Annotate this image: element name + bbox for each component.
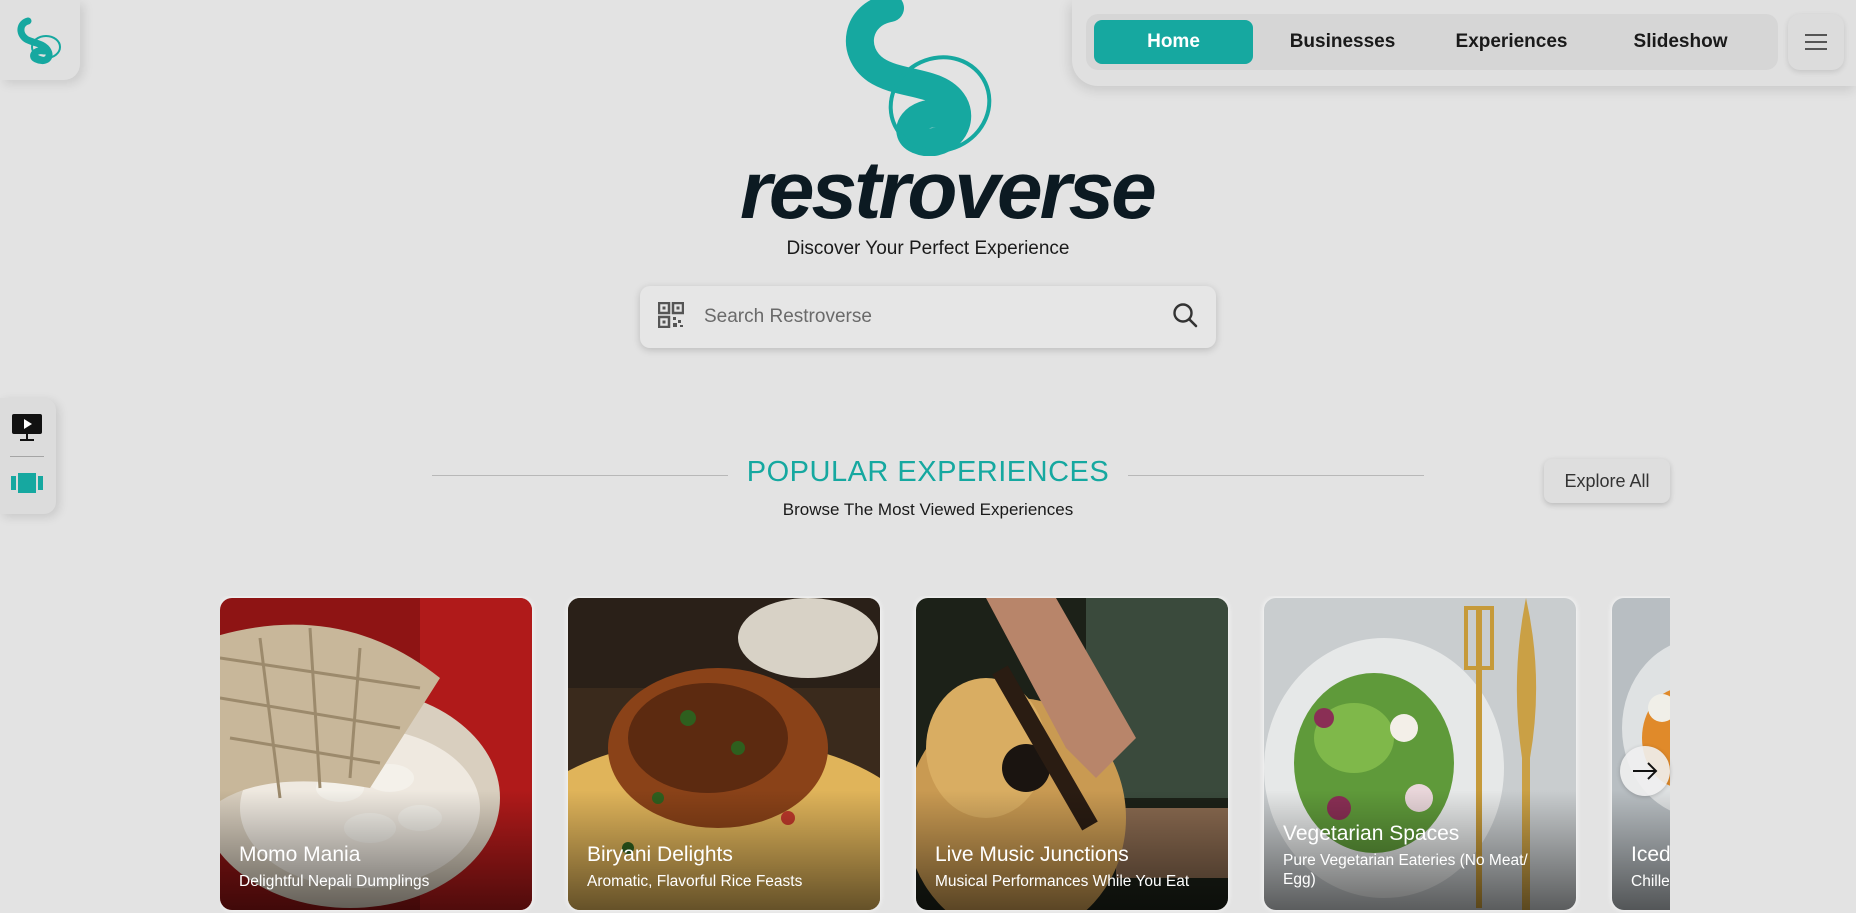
section-rule-left — [432, 475, 728, 476]
arrow-right-icon — [1633, 762, 1658, 780]
explore-all-button[interactable]: Explore All — [1544, 459, 1670, 503]
card-title: Live Music Junctions — [935, 843, 1129, 866]
tagline: Discover Your Perfect Experience — [786, 238, 1070, 259]
top-nav: Home Businesses Experiences Slideshow — [1086, 14, 1778, 70]
search-icon — [1173, 303, 1198, 328]
nav-tab-home[interactable]: Home — [1094, 20, 1253, 64]
section-rule-right — [1128, 475, 1424, 476]
card-description: Pure Vegetarian Eateries (No Meat/ Egg) — [1283, 852, 1528, 889]
menu-button[interactable] — [1788, 14, 1844, 70]
brand-mark-icon — [17, 17, 61, 65]
slideshow-button[interactable] — [8, 408, 46, 446]
carousel-next-button[interactable] — [1620, 746, 1670, 796]
experience-card[interactable]: Vegetarian Spaces Pure Vegetarian Eateri… — [1264, 598, 1576, 910]
search-bar — [640, 286, 1216, 348]
side-toolbar — [0, 398, 56, 514]
card-shade — [1264, 790, 1576, 910]
hero-brand-mark — [846, 0, 992, 156]
experiences-carousel: Momo Mania Delightful Nepali Dumplings B… — [220, 596, 1670, 913]
carousel-view-button[interactable] — [8, 464, 46, 502]
card-title: Iced — [1631, 843, 1670, 866]
hamburger-icon — [1805, 34, 1827, 50]
slideshow-monitor-icon — [12, 414, 42, 441]
corner-logo[interactable] — [0, 0, 80, 80]
card-description: Chille — [1631, 873, 1670, 890]
card-description: Musical Performances While You Eat — [935, 873, 1190, 890]
experience-card[interactable]: Momo Mania Delightful Nepali Dumplings — [220, 598, 532, 910]
section-subtitle: Browse The Most Viewed Experiences — [782, 500, 1074, 519]
qr-code-icon — [657, 301, 685, 329]
brand-wordmark: restroverse — [740, 145, 1157, 236]
card-title: Momo Mania — [239, 843, 361, 866]
nav-tab-slideshow[interactable]: Slideshow — [1601, 20, 1760, 64]
carousel-view-icon — [11, 473, 43, 493]
card-description: Delightful Nepali Dumplings — [239, 873, 430, 890]
experience-card[interactable]: Live Music Junctions Musical Performance… — [916, 598, 1228, 910]
section-title: POPULAR EXPERIENCES — [746, 456, 1110, 488]
nav-tab-businesses[interactable]: Businesses — [1263, 20, 1422, 64]
experience-card[interactable]: Biryani Delights Aromatic, Flavorful Ric… — [568, 598, 880, 910]
card-title: Biryani Delights — [587, 843, 733, 866]
side-divider — [10, 456, 44, 457]
search-submit-button[interactable] — [1172, 302, 1198, 332]
qr-scan-button[interactable] — [657, 301, 685, 332]
card-description: Aromatic, Flavorful Rice Feasts — [587, 873, 803, 890]
card-title: Vegetarian Spaces — [1283, 822, 1460, 845]
search-input[interactable] — [704, 306, 1172, 328]
nav-tab-experiences[interactable]: Experiences — [1432, 20, 1591, 64]
